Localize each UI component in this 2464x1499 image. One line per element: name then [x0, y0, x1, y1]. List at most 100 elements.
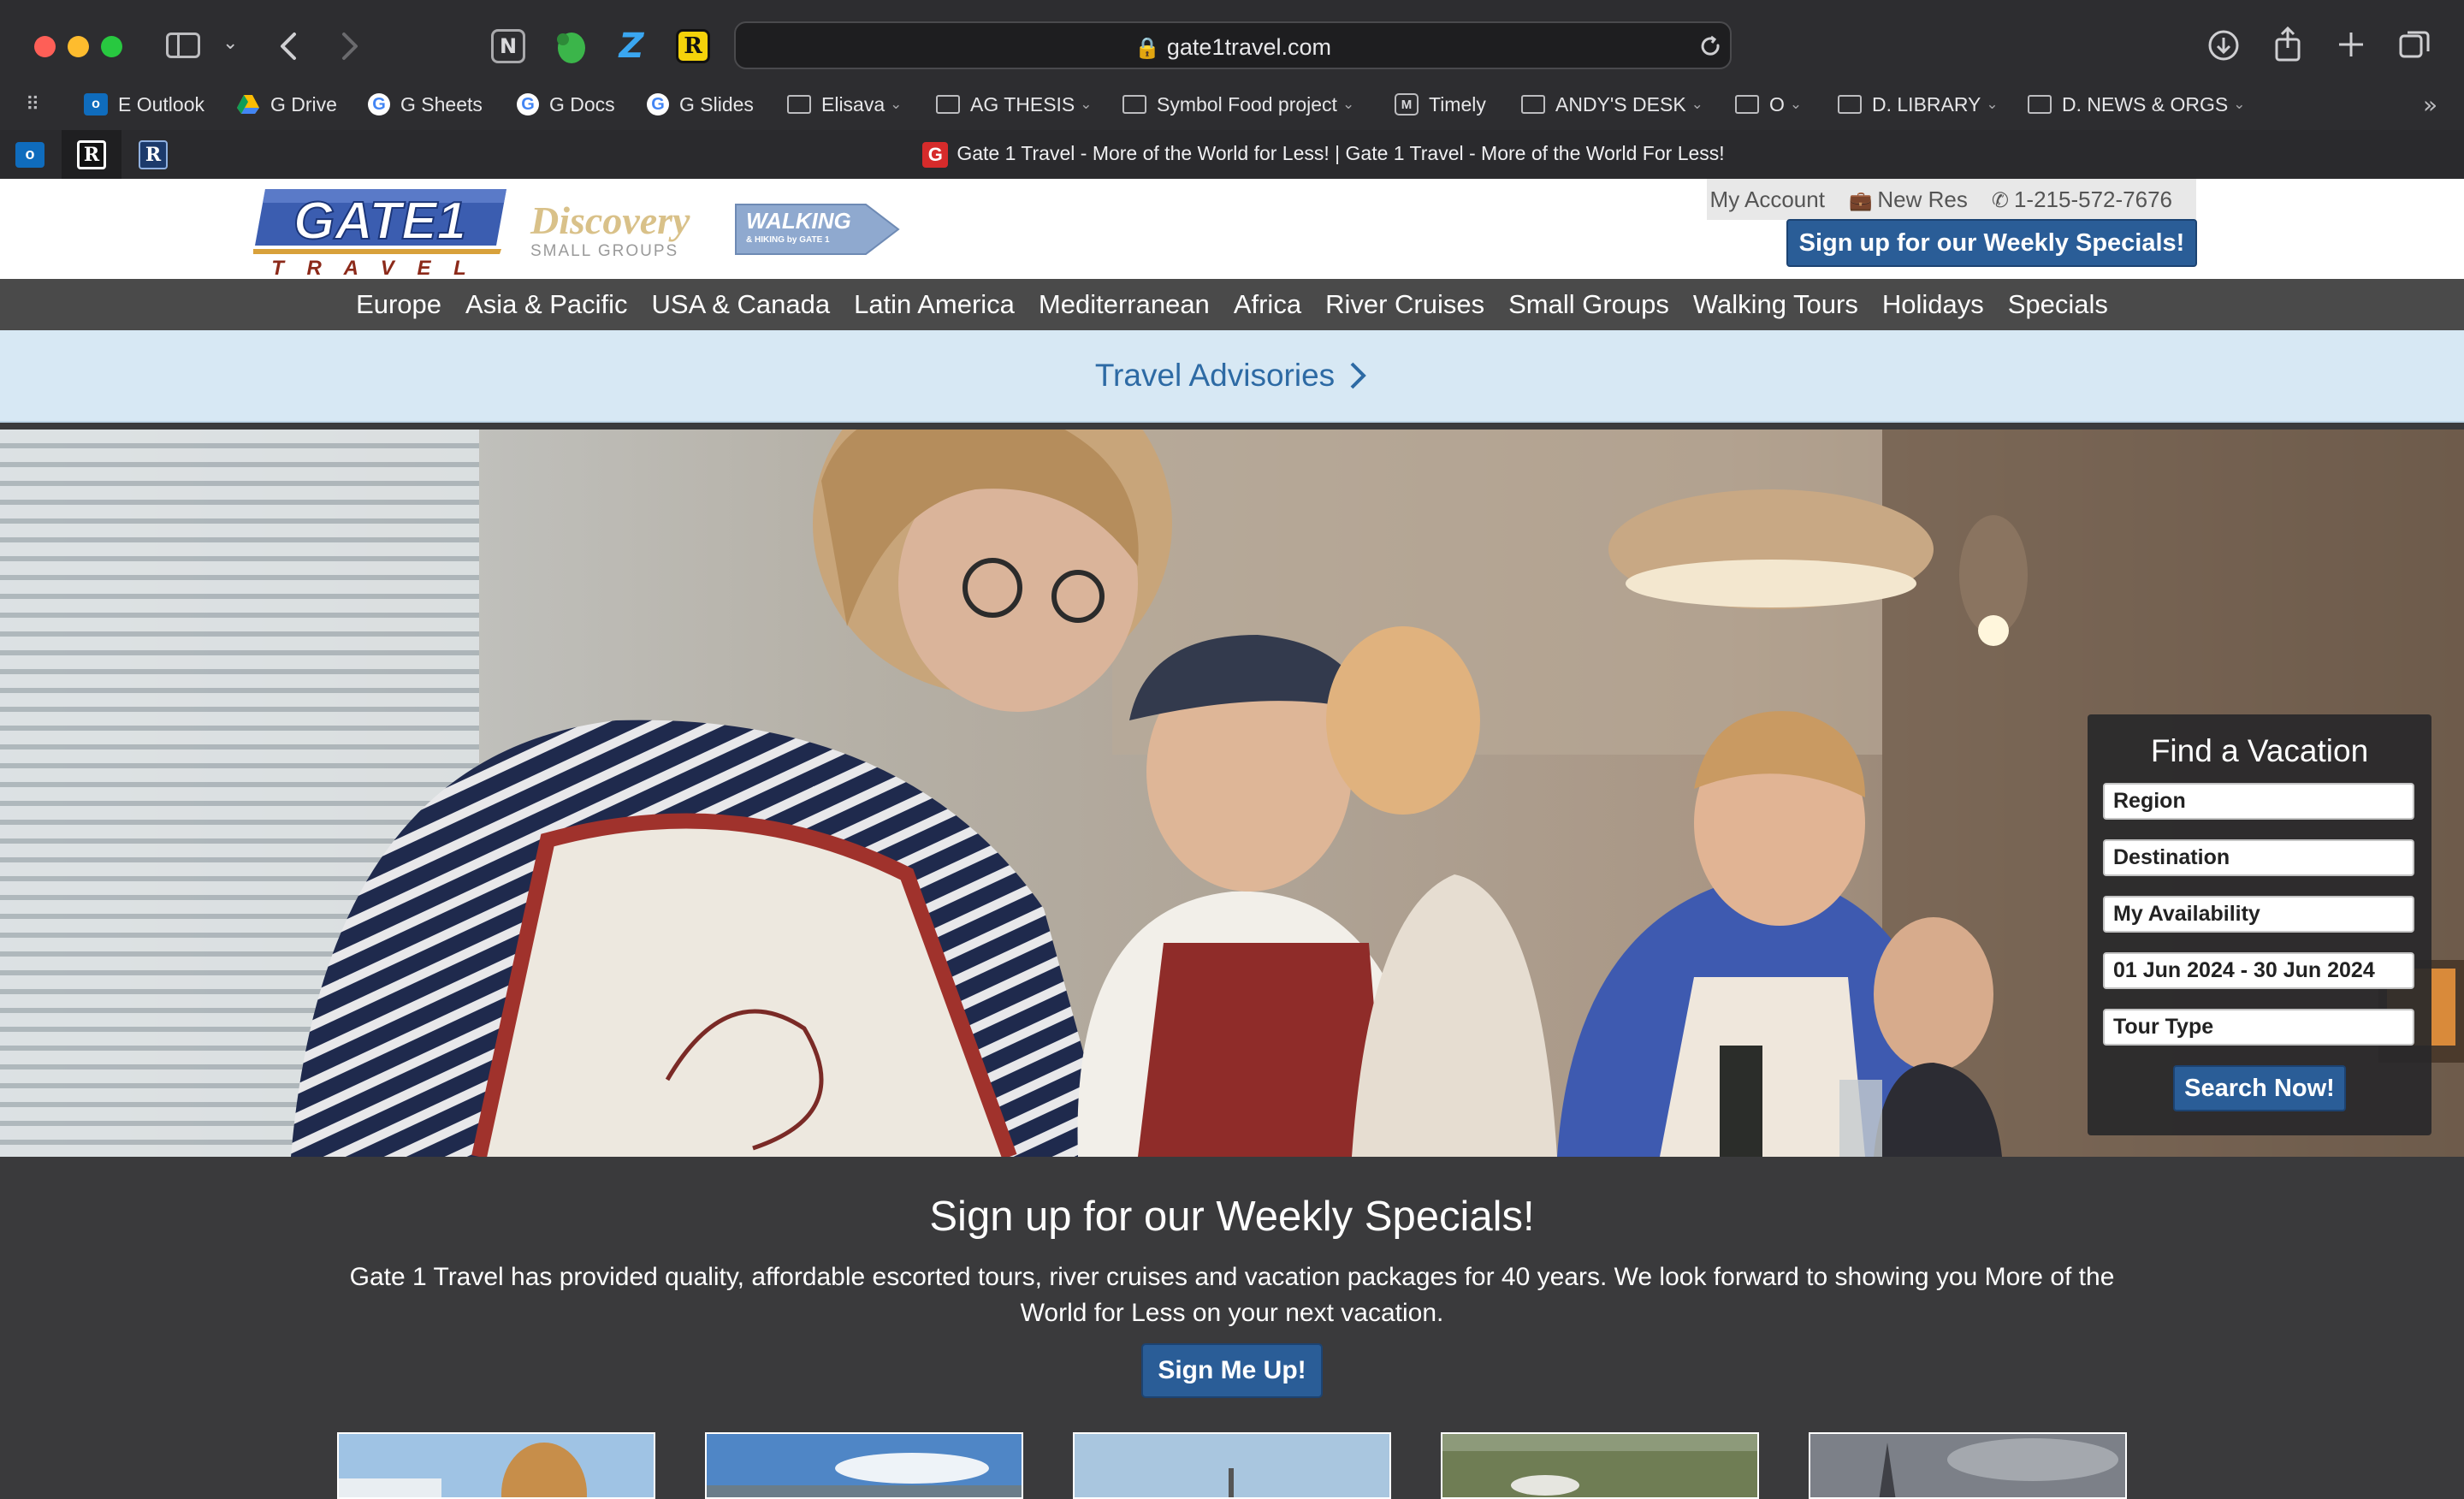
- google-icon: G: [517, 93, 539, 116]
- sidebar-toggle-icon[interactable]: [166, 33, 200, 58]
- gate1-logo-subtext: T R A V E L: [271, 257, 475, 278]
- share-icon[interactable]: [2272, 26, 2303, 63]
- thumbnail-image: [707, 1434, 1022, 1497]
- bookmark-g-slides[interactable]: G G Slides: [647, 89, 754, 120]
- nav-asia-pacific[interactable]: Asia & Pacific: [453, 289, 640, 320]
- nav-small-groups[interactable]: Small Groups: [1496, 289, 1681, 320]
- tab-bar: o R R G Gate 1 Travel - More of the World…: [0, 130, 2464, 179]
- chevron-down-icon: ⌄: [890, 96, 903, 113]
- bookmark-folder-d-library[interactable]: D. LIBRARY ⌄: [1838, 89, 1999, 120]
- nav-latin-america[interactable]: Latin America: [842, 289, 1027, 320]
- google-icon: G: [368, 93, 390, 116]
- find-vacation-title: Find a Vacation: [2150, 733, 2369, 768]
- destination-thumbnail[interactable]: [1073, 1432, 1391, 1499]
- destination-thumbnail[interactable]: [1441, 1432, 1759, 1499]
- download-icon[interactable]: [2207, 29, 2240, 62]
- sign-me-up-button[interactable]: Sign Me Up!: [1141, 1343, 1323, 1398]
- bookmark-folder-ag-thesis[interactable]: AG THESIS ⌄: [936, 89, 1093, 120]
- forward-arrow-icon[interactable]: [337, 29, 363, 63]
- date-range-input[interactable]: 01 Jun 2024 - 30 Jun 2024: [2103, 952, 2414, 989]
- nav-walking-tours[interactable]: Walking Tours: [1681, 289, 1870, 320]
- evernote-extension-icon[interactable]: [553, 29, 589, 65]
- bookmark-label: AG THESIS: [970, 92, 1075, 116]
- folder-icon: [1521, 95, 1545, 114]
- tab-overview-icon[interactable]: [2397, 27, 2431, 62]
- pinned-tab-r-blue[interactable]: R: [123, 130, 183, 179]
- chevron-down-icon: ⌄: [1691, 96, 1703, 113]
- browser-toolbar: ⌄ N Z R 🔒 gate1travel.com: [0, 0, 2464, 86]
- r-app-icon: R: [77, 139, 106, 169]
- reload-icon[interactable]: [1699, 35, 1723, 59]
- chevron-down-icon[interactable]: ⌄: [222, 33, 238, 54]
- gate1-travel-logo[interactable]: GATE1 T R A V E L: [253, 186, 510, 278]
- destination-select[interactable]: Destination: [2103, 839, 2414, 876]
- chevron-down-icon: ⌄: [1789, 96, 1803, 113]
- nav-specials[interactable]: Specials: [1996, 289, 2120, 320]
- travel-advisories-banner[interactable]: Travel Advisories: [0, 330, 2464, 423]
- nav-africa[interactable]: Africa: [1222, 289, 1313, 320]
- close-window-button[interactable]: [34, 36, 56, 57]
- lock-icon: 🔒: [1134, 36, 1160, 60]
- nav-mediterranean[interactable]: Mediterranean: [1027, 289, 1222, 320]
- bookmark-folder-o[interactable]: O ⌄: [1735, 89, 1802, 120]
- weekly-specials-signup-button[interactable]: Sign up for our Weekly Specials!: [1786, 219, 2197, 267]
- walking-hiking-logo[interactable]: WALKING & HIKING by GATE 1: [732, 201, 900, 258]
- bookmark-label: Elisava: [821, 92, 886, 116]
- discovery-logo-text: Discovery: [530, 198, 690, 242]
- active-tab[interactable]: G Gate 1 Travel - More of the World for L…: [183, 130, 2464, 179]
- bookmark-folder-andys-desk[interactable]: ANDY'S DESK ⌄: [1521, 89, 1703, 120]
- availability-select[interactable]: My Availability: [2103, 896, 2414, 933]
- new-res-link[interactable]: 💼 New Res: [1849, 187, 1968, 213]
- discovery-small-groups-logo[interactable]: Discovery SMALL GROUPS: [529, 198, 707, 261]
- notion-extension-icon[interactable]: N: [491, 29, 525, 63]
- briefcase-icon: 💼: [1848, 190, 1873, 212]
- nav-river-cruises[interactable]: River Cruises: [1313, 289, 1496, 320]
- thumbnail-image: [339, 1434, 654, 1497]
- site-header: GATE1 T R A V E L Discovery SMALL GROUPS…: [0, 179, 2464, 279]
- bookmark-g-sheets[interactable]: G G Sheets: [368, 89, 483, 120]
- tour-type-select[interactable]: Tour Type: [2103, 1009, 2414, 1046]
- address-bar[interactable]: 🔒 gate1travel.com: [734, 21, 1732, 69]
- new-tab-icon[interactable]: [2336, 29, 2366, 60]
- bookmark-label: G Slides: [679, 92, 754, 116]
- destination-thumbnail[interactable]: [705, 1432, 1023, 1499]
- google-drive-icon: [237, 95, 259, 114]
- zotero-extension-icon[interactable]: Z: [614, 27, 649, 66]
- bookmark-g-drive[interactable]: G Drive: [236, 89, 337, 120]
- bookmark-g-docs[interactable]: G G Docs: [517, 89, 615, 120]
- bookmark-folder-d-news[interactable]: D. NEWS & ORGS ⌄: [2028, 89, 2246, 120]
- bookmark-folder-symbol-food[interactable]: Symbol Food project ⌄: [1122, 89, 1354, 120]
- travel-advisories-link[interactable]: Travel Advisories: [1095, 358, 1335, 394]
- bookmark-timely[interactable]: M Timely: [1395, 89, 1486, 120]
- minimize-window-button[interactable]: [68, 36, 89, 57]
- bookmarks-bar: ⠿ o E Outlook G Drive G G Sheets G G Doc…: [0, 86, 2464, 123]
- search-now-button[interactable]: Search Now!: [2173, 1065, 2346, 1111]
- bookmark-e-outlook[interactable]: o E Outlook: [84, 89, 204, 120]
- bookmark-label: Symbol Food project: [1157, 92, 1337, 116]
- web-page: GATE1 T R A V E L Discovery SMALL GROUPS…: [0, 179, 2464, 1499]
- apps-grid-icon[interactable]: ⠿: [26, 89, 39, 120]
- region-select[interactable]: Region: [2103, 783, 2414, 820]
- nav-usa-canada[interactable]: USA & Canada: [640, 289, 843, 320]
- maximize-window-button[interactable]: [101, 36, 122, 57]
- readwise-extension-label: R: [684, 33, 702, 59]
- chevron-right-icon: [1350, 362, 1367, 389]
- more-bookmarks-icon[interactable]: »: [2423, 89, 2437, 120]
- chevron-down-icon: ⌄: [2233, 96, 2246, 113]
- pinned-tab-r[interactable]: R: [62, 130, 121, 179]
- destination-thumbnail[interactable]: [1809, 1432, 2127, 1499]
- my-account-link[interactable]: My Account: [1710, 187, 1825, 213]
- nav-europe[interactable]: Europe: [344, 289, 453, 320]
- zotero-extension-label: Z: [619, 27, 644, 66]
- nav-holidays[interactable]: Holidays: [1870, 289, 1996, 320]
- description-line-2: World for Less on your next vacation.: [1020, 1299, 1444, 1327]
- gate1-favicon-icon: G: [922, 142, 949, 168]
- back-arrow-icon[interactable]: [275, 29, 301, 63]
- readwise-extension-icon[interactable]: R: [676, 29, 710, 63]
- destination-thumbnail[interactable]: [337, 1432, 655, 1499]
- bookmark-folder-elisava[interactable]: Elisava ⌄: [787, 89, 902, 120]
- phone-link[interactable]: ✆ 1-215-572-7676: [1992, 187, 2172, 213]
- chevron-down-icon: ⌄: [1342, 96, 1355, 113]
- pinned-tab-outlook[interactable]: o: [0, 130, 60, 179]
- bookmark-label: E Outlook: [118, 92, 204, 116]
